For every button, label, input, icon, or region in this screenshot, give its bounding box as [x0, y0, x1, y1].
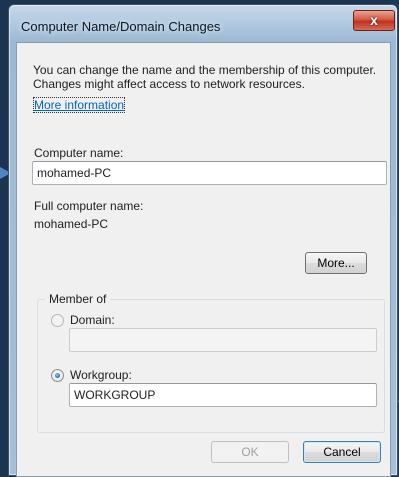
domain-radio[interactable]	[51, 314, 64, 327]
workgroup-radio[interactable]	[51, 369, 64, 382]
intro-text: You can change the name and the membersh…	[33, 63, 377, 91]
more-information-link[interactable]: More information	[32, 97, 126, 113]
dialog-body: You can change the name and the membersh…	[16, 42, 391, 477]
full-computer-name-value: mohamed-PC	[34, 217, 109, 231]
full-computer-name-label: Full computer name:	[34, 199, 144, 213]
dialog-window: Computer Name/Domain Changes x You can c…	[8, 4, 398, 477]
computer-name-input[interactable]: mohamed-PC	[32, 161, 387, 185]
close-icon: x	[370, 12, 378, 28]
domain-label: Domain:	[70, 313, 115, 327]
member-of-title: Member of	[45, 292, 111, 306]
more-button[interactable]: More...	[305, 252, 367, 274]
workgroup-input[interactable]: WORKGROUP	[69, 383, 377, 407]
domain-input[interactable]	[69, 328, 377, 352]
window-title: Computer Name/Domain Changes	[21, 19, 221, 34]
computer-name-label: Computer name:	[34, 146, 124, 160]
workgroup-label: Workgroup:	[70, 368, 132, 382]
close-button[interactable]: x	[353, 10, 395, 31]
radio-selected-dot-icon	[55, 373, 60, 378]
ok-button[interactable]: OK	[211, 441, 289, 463]
cancel-button[interactable]: Cancel	[303, 441, 381, 463]
